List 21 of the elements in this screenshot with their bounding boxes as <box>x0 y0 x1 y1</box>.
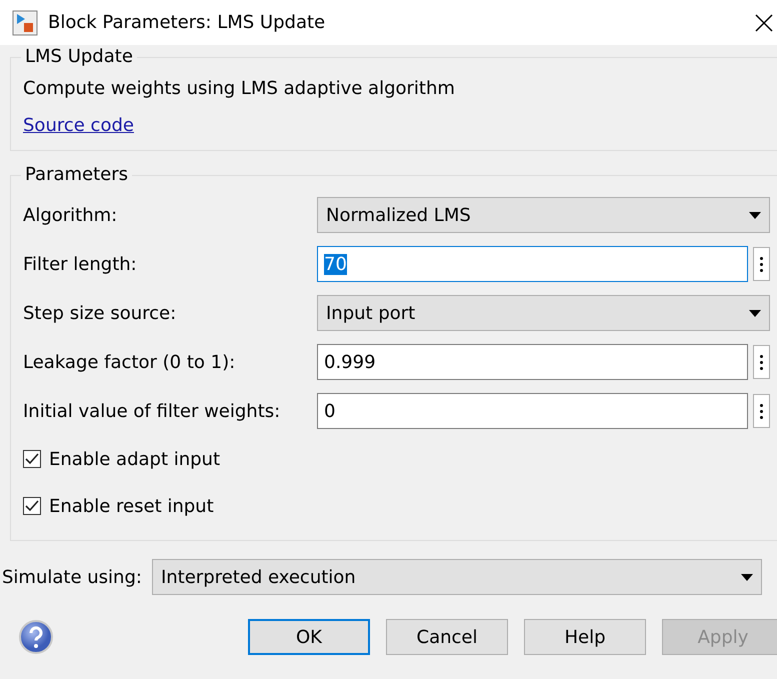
field-label: Filter length: <box>23 254 138 274</box>
field-label: Initial value of filter weights: <box>23 400 282 422</box>
window-title: Block Parameters: LMS Update <box>48 12 326 33</box>
dialog-button[interactable]: Help <box>524 619 646 655</box>
dropdown[interactable]: Normalized LMS <box>317 197 770 233</box>
source-code-link[interactable]: Source code <box>23 115 134 136</box>
dialog-button[interactable]: OK <box>248 619 370 655</box>
dropdown[interactable]: Input port <box>317 295 770 331</box>
checkbox[interactable]: Enable adapt input <box>23 441 777 477</box>
input-field[interactable]: 70 <box>317 246 748 282</box>
checkbox[interactable]: Enable reset input <box>23 488 777 524</box>
block-description: Compute weights using LMS adaptive algorithm <box>23 78 456 99</box>
field-label: Step size source: <box>23 302 178 324</box>
simulate-label: Simulate using: <box>2 566 142 588</box>
input-field[interactable]: 0.999 <box>317 344 748 380</box>
group-title: LMS Update <box>21 46 137 67</box>
field-label: Leakage factor (0 to 1): <box>23 352 236 372</box>
dialog-button[interactable]: Cancel <box>386 619 508 655</box>
field-label: Algorithm: <box>23 204 118 226</box>
input-field[interactable]: 0 <box>317 393 748 429</box>
dropdown[interactable]: Interpreted execution <box>152 559 762 595</box>
